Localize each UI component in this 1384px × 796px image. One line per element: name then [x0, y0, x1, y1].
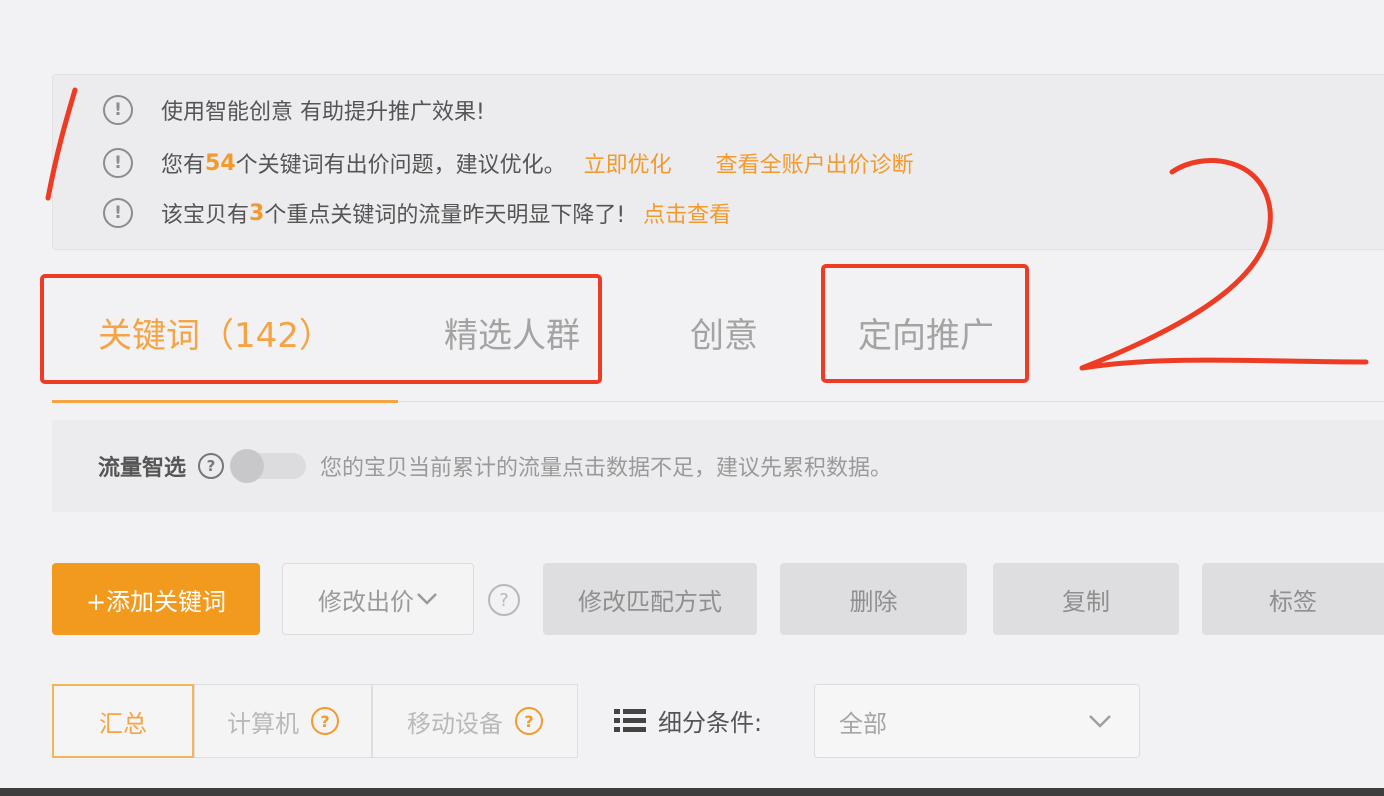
toggle-knob [230, 449, 265, 483]
segment-computer-label: 计算机 [227, 709, 299, 738]
question-icon[interactable]: ? [515, 707, 543, 735]
keyword-count: 3 [249, 200, 265, 226]
view-details-link[interactable]: 点击查看 [643, 197, 731, 229]
chevron-down-icon [1089, 715, 1111, 728]
copy-button[interactable]: 复制 [993, 563, 1179, 635]
notice-traffic-drop: ! 该宝贝有 3 个重点关键词的流量昨天明显下降了! 点击查看 [103, 196, 731, 230]
segment-summary[interactable]: 汇总 [52, 684, 194, 758]
filter-select[interactable]: 全部 [814, 684, 1140, 758]
keyword-count: 54 [205, 150, 236, 176]
annotation-box-targeting [821, 264, 1029, 383]
smart-traffic-row: 流量智选 ? 您的宝贝当前累计的流量点击数据不足，建议先累积数据。 [52, 420, 1384, 512]
notice-bid-issue: ! 您有 54 个关键词有出价问题，建议优化。 立即优化 查看全账户出价诊断 [103, 146, 914, 180]
segment-mobile[interactable]: 移动设备 ? [372, 684, 578, 758]
modify-bid-dropdown[interactable]: 修改出价 [282, 563, 474, 635]
modify-match-button[interactable]: 修改匹配方式 [543, 563, 757, 635]
notice-text-pre: 您有 [161, 153, 206, 178]
smart-traffic-toggle[interactable] [230, 449, 307, 483]
notice-text-post: 个重点关键词的流量昨天明显下降了! [264, 203, 626, 228]
modify-bid-label: 修改出价 [318, 587, 414, 616]
question-icon[interactable]: ? [488, 584, 520, 616]
filter-label: 细分条件: [658, 708, 763, 737]
help-icon[interactable]: ? [198, 453, 225, 479]
info-icon: ! [103, 148, 133, 178]
info-icon: ! [103, 198, 133, 228]
bottom-edge [0, 788, 1384, 796]
smart-traffic-label: 流量智选 [98, 456, 187, 481]
notice-text-pre: 该宝贝有 [161, 203, 250, 228]
account-bid-diagnosis-link[interactable]: 查看全账户出价诊断 [716, 147, 914, 179]
annotation-box-tabs [40, 274, 602, 384]
optimize-now-link[interactable]: 立即优化 [584, 147, 672, 179]
notice-text-post: 个关键词有出价问题，建议优化。 [235, 153, 566, 178]
tag-button[interactable]: 标签 [1202, 563, 1384, 635]
filter-value: 全部 [839, 709, 887, 738]
add-keyword-button[interactable]: +添加关键词 [52, 563, 260, 635]
notice-smart-creative: ! 使用智能创意 有助提升推广效果! [103, 93, 485, 127]
list-icon [614, 709, 646, 732]
annotation-two-mark [1079, 158, 1369, 371]
question-icon[interactable]: ? [311, 707, 339, 735]
notice-text: 使用智能创意 有助提升推广效果! [161, 100, 485, 125]
segment-mobile-label: 移动设备 [407, 709, 503, 738]
delete-button[interactable]: 删除 [780, 563, 967, 635]
filter-label-group: 细分条件: [614, 700, 762, 740]
smart-traffic-desc: 您的宝贝当前累计的流量点击数据不足，建议先累积数据。 [320, 456, 893, 481]
tab-creative[interactable]: 创意 [690, 308, 758, 357]
annotation-one-mark [45, 87, 78, 201]
chevron-down-icon [417, 593, 437, 605]
info-icon: ! [103, 95, 133, 125]
active-tab-indicator [52, 400, 398, 403]
segment-computer[interactable]: 计算机 ? [194, 684, 372, 758]
